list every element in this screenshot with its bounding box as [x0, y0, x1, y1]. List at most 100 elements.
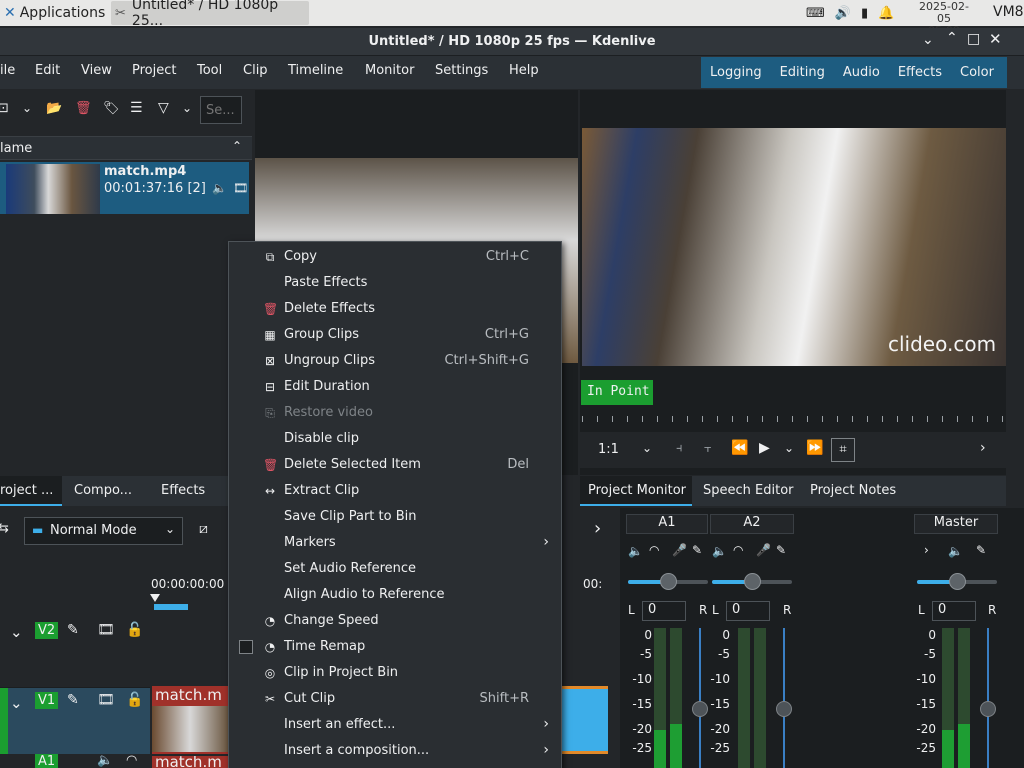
menu-timeline[interactable]: Timeline	[288, 63, 343, 78]
set-zone-in-icon[interactable]: ⫞	[676, 441, 683, 456]
timeline-more-icon[interactable]: ›	[594, 518, 601, 539]
crop-icon[interactable]: ⌗	[831, 438, 855, 462]
volume-fader-handle[interactable]	[980, 701, 996, 717]
playhead-icon[interactable]	[150, 594, 160, 602]
timeline-clip-video[interactable]: match.m	[152, 686, 228, 754]
track-film-icon[interactable]: 🎞	[97, 692, 115, 708]
menu-item-disable-clip[interactable]: Disable clip	[229, 426, 561, 452]
menu-help[interactable]: Help	[509, 63, 539, 78]
add-folder-icon[interactable]: 📂	[46, 101, 62, 116]
mute-icon[interactable]: 🔈	[628, 544, 643, 558]
menu-item-delete-selected[interactable]: 🗑 Delete Selected Item Del	[229, 452, 561, 478]
set-zone-out-icon[interactable]: ⫟	[704, 441, 712, 456]
workspace-audio[interactable]: Audio	[834, 57, 889, 88]
pan-slider[interactable]	[628, 573, 708, 590]
tab-compositions[interactable]: Compo...	[74, 483, 132, 498]
monitor-more-icon[interactable]: ›	[980, 440, 986, 456]
solo-headphones-icon[interactable]: ◠	[649, 543, 659, 557]
gain-spinbox[interactable]: 0	[726, 601, 770, 621]
menu-item-markers[interactable]: Markers ›	[229, 530, 561, 556]
menu-item-paste-effects[interactable]: Paste Effects	[229, 270, 561, 296]
play-icon[interactable]: ▶	[759, 440, 770, 456]
menu-item-save-clip-part[interactable]: Save Clip Part to Bin	[229, 504, 561, 530]
mixer-effects-icon[interactable]: ✎	[776, 543, 786, 557]
hamburger-menu-icon[interactable]: ☰	[130, 100, 143, 116]
notification-bell-icon[interactable]: 🔔	[878, 6, 894, 21]
menu-item-extract-clip[interactable]: ↔ Extract Clip	[229, 478, 561, 504]
menu-clip[interactable]: Clip	[243, 63, 268, 78]
volume-icon[interactable]: 🔊	[835, 6, 851, 21]
master-expand-icon[interactable]: ›	[924, 543, 929, 557]
workspace-color[interactable]: Color	[951, 57, 1003, 88]
menu-item-copy[interactable]: ⧉ Copy Ctrl+C	[229, 244, 561, 270]
volume-fader-handle[interactable]	[776, 701, 792, 717]
track-effects-icon[interactable]: ✎	[67, 692, 79, 708]
track-film-icon[interactable]: 🎞	[97, 622, 115, 638]
project-monitor-video[interactable]: clideo.com	[582, 128, 1006, 366]
zoom-label[interactable]: 1:1	[598, 442, 619, 457]
rewind-icon[interactable]: ⏪	[731, 440, 748, 456]
menu-item-time-remap[interactable]: ◔ Time Remap	[229, 634, 561, 660]
track-mute-icon[interactable]: 🔈	[97, 753, 113, 768]
tab-effects[interactable]: Effects	[161, 483, 205, 498]
menu-item-edit-duration[interactable]: ⊟ Edit Duration	[229, 374, 561, 400]
menu-file[interactable]: ile	[0, 63, 15, 78]
menu-tool[interactable]: Tool	[197, 63, 222, 78]
record-mic-icon[interactable]: 🎤	[672, 543, 687, 557]
pan-slider[interactable]	[712, 573, 792, 590]
bin-search-input[interactable]	[200, 96, 242, 124]
sort-chevron-up-icon[interactable]: ⌃	[232, 139, 242, 153]
menu-item-insert-composition[interactable]: Insert a composition... ›	[229, 738, 561, 764]
menu-item-align-audio[interactable]: Align Audio to Reference	[229, 582, 561, 608]
network-icon[interactable]: ⌨	[806, 6, 825, 21]
menu-item-set-audio-reference[interactable]: Set Audio Reference	[229, 556, 561, 582]
mute-icon[interactable]: 🔈	[948, 544, 963, 558]
add-clip-dropdown-icon[interactable]: ⌄	[22, 101, 32, 115]
tab-project-monitor[interactable]: Project Monitor	[580, 476, 692, 506]
mixer-effects-icon[interactable]: ✎	[692, 543, 702, 557]
menu-edit[interactable]: Edit	[35, 63, 60, 78]
track-collapse-icon[interactable]: ⌄	[10, 623, 23, 641]
edit-mode-select[interactable]: ▬ Normal Mode ⌄	[24, 517, 183, 545]
monitor-ruler[interactable]	[582, 408, 1006, 430]
applications-menu[interactable]: ✕ Applications	[0, 0, 105, 26]
time-remap-checkbox[interactable]	[239, 640, 253, 654]
track-effects-icon[interactable]: ✎	[67, 622, 79, 638]
volume-fader[interactable]	[987, 628, 989, 768]
mixer-effects-icon[interactable]: ✎	[976, 543, 986, 557]
pan-slider[interactable]	[917, 573, 997, 590]
tag-icon[interactable]: 🏷	[103, 101, 120, 116]
timeline-clip-blue[interactable]	[560, 686, 608, 754]
menu-item-delete-effects[interactable]: 🗑 Delete Effects	[229, 296, 561, 322]
menu-project[interactable]: Project	[132, 63, 176, 78]
filter-dropdown-icon[interactable]: ⌄	[182, 101, 192, 115]
menu-settings[interactable]: Settings	[435, 63, 488, 78]
workspace-logging[interactable]: Logging	[701, 57, 771, 88]
menu-item-change-speed[interactable]: ◔ Change Speed	[229, 608, 561, 634]
track-v1-label[interactable]: V1	[35, 692, 59, 709]
tab-project-notes[interactable]: Project Notes	[810, 483, 896, 498]
bin-column-header[interactable]: lame ⌃	[0, 136, 252, 160]
tab-project-bin[interactable]: roject ...	[0, 476, 62, 506]
menu-item-insert-effect[interactable]: Insert an effect... ›	[229, 712, 561, 738]
track-lock-icon[interactable]: 🔓	[126, 692, 143, 708]
bin-clip-item[interactable]: match.mp4 00:01:37:16 [2] 🔈 🎞	[0, 162, 249, 214]
volume-fader[interactable]	[699, 628, 701, 768]
battery-icon[interactable]: ▮	[861, 6, 868, 21]
track-v2-label[interactable]: V2	[35, 622, 59, 639]
track-collapse-icon[interactable]: ⌄	[10, 694, 23, 712]
workspace-effects[interactable]: Effects	[889, 57, 951, 88]
menu-item-clip-in-bin[interactable]: ◎ Clip in Project Bin	[229, 660, 561, 686]
fast-forward-icon[interactable]: ⏩	[806, 440, 823, 456]
taskbar-window-button[interactable]: ✂ Untitled* / HD 1080p 25...	[111, 0, 309, 29]
workspace-editing[interactable]: Editing	[771, 57, 834, 88]
volume-fader[interactable]	[783, 628, 785, 768]
close-window-icon[interactable]: ✕	[989, 30, 1002, 48]
titlebar-menu-icon[interactable]: ⌄	[922, 32, 934, 48]
menu-item-cut-clip[interactable]: ✂ Cut Clip Shift+R	[229, 686, 561, 712]
mute-icon[interactable]: 🔈	[712, 544, 727, 558]
play-dropdown-icon[interactable]: ⌄	[784, 441, 794, 455]
track-lock-icon[interactable]: 🔓	[126, 622, 143, 638]
menu-item-group-clips[interactable]: ▦ Group Clips Ctrl+G	[229, 322, 561, 348]
menu-item-ungroup-clips[interactable]: ⊠ Ungroup Clips Ctrl+Shift+G	[229, 348, 561, 374]
